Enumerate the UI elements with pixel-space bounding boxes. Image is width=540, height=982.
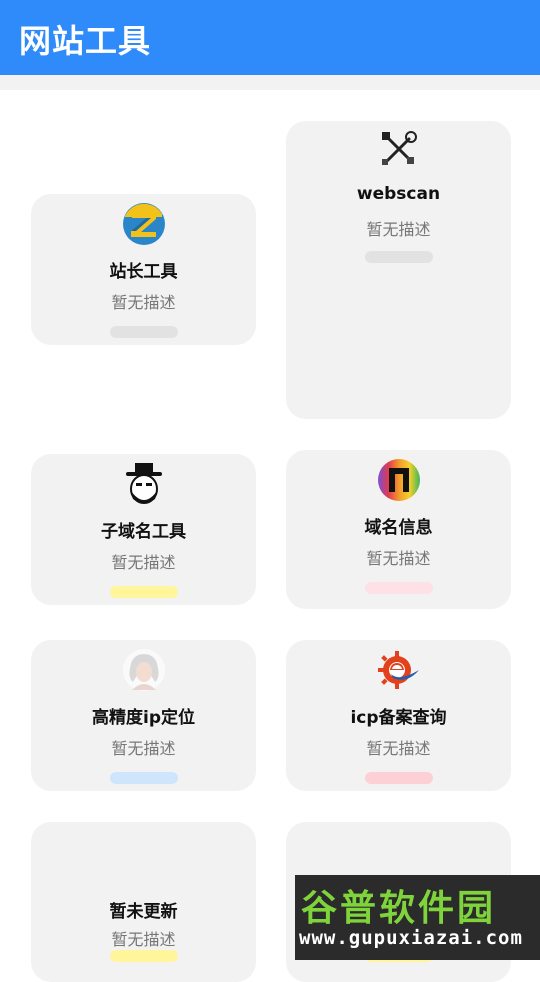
e-gear-icon [377,651,419,689]
tool-card-indicator [364,582,433,594]
hat-man-icon [125,463,162,504]
tool-card-title: 域名信息 [364,518,433,538]
tools-icon [381,131,417,165]
tool-card-domain-info[interactable]: 域名信息 暂无描述 [286,450,511,609]
tool-card-ip-location[interactable]: 高精度ip定位 暂无描述 [31,640,256,791]
tool-card-indicator [364,772,433,784]
tool-card-description: 暂无描述 [111,293,176,312]
tool-card-zhanzhang[interactable]: 站长工具 暂无描述 [31,194,256,345]
tool-card-indicator [109,586,178,598]
tool-card-description: 暂无描述 [366,220,431,239]
tool-card-description: 暂无描述 [366,739,431,758]
watermark-url: www.gupuxiazai.com [299,927,523,949]
tool-card-description: 暂无描述 [111,739,176,758]
tool-card-title: 子域名工具 [101,522,186,542]
tool-card-title: icp备案查询 [350,708,447,728]
z-logo-icon [122,203,165,245]
app-bar: 网站工具 [0,0,540,75]
rainbow-n-icon [377,459,420,501]
watermark-title: 谷普软件园 [301,887,497,929]
tool-card-title: 高精度ip定位 [92,708,195,728]
tool-card-indicator [109,326,178,338]
tool-card-description: 暂无描述 [111,930,176,949]
portrait-icon [122,649,165,691]
tool-card-title: 站长工具 [109,262,178,282]
tool-card-title: 暂未更新 [109,902,178,922]
watermark-logo: 谷普软件园 www.gupuxiazai.com [295,875,540,960]
tool-card-icp-query[interactable]: icp备案查询 暂无描述 [286,640,511,791]
app-bar-divider [0,75,540,90]
page-title: 网站工具 [19,22,152,60]
tool-card-title: webscan [356,184,441,204]
tool-card-indicator [109,950,178,962]
tool-card-description: 暂无描述 [366,549,431,568]
tool-card-description: 暂无描述 [111,553,176,572]
tool-card-not-updated[interactable]: 暂未更新 暂无描述 [31,822,256,982]
tool-card-indicator [109,772,178,784]
tool-card-subdomain[interactable]: 子域名工具 暂无描述 [31,454,256,605]
tool-card-webscan[interactable]: webscan 暂无描述 [286,121,511,419]
tool-card-indicator [364,251,433,263]
